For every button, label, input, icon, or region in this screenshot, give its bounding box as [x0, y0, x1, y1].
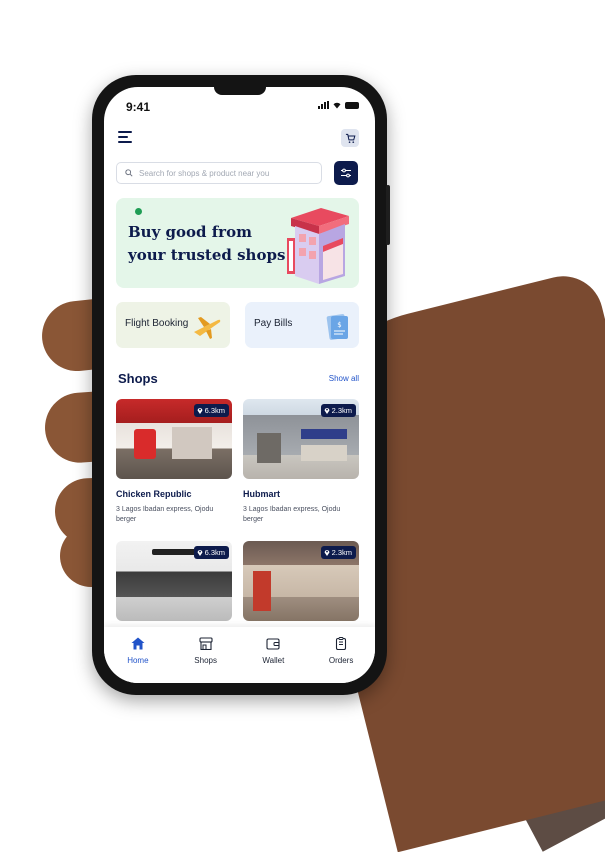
nav-item-shops[interactable]: Shops: [176, 637, 236, 665]
shop-building-illustration: [287, 208, 349, 284]
notch: [214, 87, 266, 95]
nav-label: Orders: [328, 656, 354, 665]
quick-action-label: Pay Bills: [254, 318, 293, 329]
show-all-link[interactable]: Show all: [329, 374, 359, 383]
menu-icon[interactable]: [118, 131, 132, 143]
orders-icon: [336, 637, 347, 650]
shops-icon: [199, 637, 213, 650]
banner-title: Buy good from your trusted shops: [128, 223, 286, 264]
shop-name: Chicken Republic: [116, 489, 192, 499]
shop-address: 3 Lagos Ibadan express, Ojodu berger: [116, 506, 214, 523]
shop-image: 6.3km: [116, 399, 232, 479]
filter-icon: [341, 168, 351, 178]
location-pin-icon: [324, 550, 329, 556]
filter-button[interactable]: [334, 161, 358, 185]
shop-image: 2.3km: [243, 399, 359, 479]
bottom-nav: Home Shops Wallet Orders: [104, 627, 375, 683]
phone-side-button: [386, 185, 390, 245]
nav-label: Shops: [194, 656, 217, 665]
status-icons: [318, 101, 359, 109]
battery-icon: [345, 102, 359, 109]
search-input[interactable]: [139, 168, 309, 178]
home-icon: [131, 637, 145, 650]
shop-card[interactable]: 6.3km Chicken Republic 3 Lagos Ibadan ex…: [116, 399, 232, 525]
quick-action-flight-booking[interactable]: Flight Booking: [116, 302, 230, 348]
quick-action-pay-bills[interactable]: Pay Bills $: [245, 302, 359, 348]
cart-icon: [345, 133, 355, 143]
nav-label: Home: [127, 656, 149, 665]
svg-text:$: $: [337, 321, 341, 329]
promo-banner[interactable]: Buy good from your trusted shops: [116, 198, 359, 288]
nav-item-wallet[interactable]: Wallet: [243, 637, 303, 665]
nav-item-orders[interactable]: Orders: [311, 637, 371, 665]
location-pin-icon: [324, 408, 329, 414]
wifi-icon: [333, 102, 341, 109]
nav-item-home[interactable]: Home: [108, 637, 168, 665]
shop-name: Hubmart: [243, 489, 281, 499]
shop-card[interactable]: 2.3km: [243, 541, 359, 621]
phone-screen: 9:41 Buy good from your trusted shops: [104, 87, 375, 683]
distance-badge: 2.3km: [320, 546, 356, 559]
shop-image: 2.3km: [243, 541, 359, 621]
distance-badge: 2.3km: [320, 404, 356, 417]
signal-icon: [318, 101, 329, 109]
shop-card[interactable]: 2.3km Hubmart 3 Lagos Ibadan express, Oj…: [243, 399, 359, 525]
distance-label: 2.3km: [331, 406, 352, 415]
location-pin-icon: [197, 550, 202, 556]
nav-label: Wallet: [262, 656, 285, 665]
shop-address: 3 Lagos Ibadan express, Ojodu berger: [243, 506, 341, 523]
phone-frame: 9:41 Buy good from your trusted shops: [92, 75, 390, 695]
distance-label: 6.3km: [204, 548, 225, 557]
cart-button[interactable]: [341, 129, 359, 147]
distance-badge: 6.3km: [193, 404, 229, 417]
banner-dot: [135, 208, 142, 215]
shop-image: 6.3km: [116, 541, 232, 621]
wallet-icon: [266, 638, 280, 650]
status-time: 9:41: [126, 100, 151, 114]
search-icon: [125, 169, 133, 177]
location-pin-icon: [197, 408, 202, 414]
quick-action-label: Flight Booking: [125, 318, 189, 329]
shop-card[interactable]: 6.3km: [116, 541, 232, 621]
bill-icon: $: [326, 314, 348, 340]
distance-label: 6.3km: [204, 406, 225, 415]
search-bar: [116, 162, 322, 184]
distance-label: 2.3km: [331, 548, 352, 557]
distance-badge: 6.3km: [193, 546, 229, 559]
shops-section-title: Shops: [118, 371, 158, 386]
airplane-icon: [194, 317, 221, 339]
